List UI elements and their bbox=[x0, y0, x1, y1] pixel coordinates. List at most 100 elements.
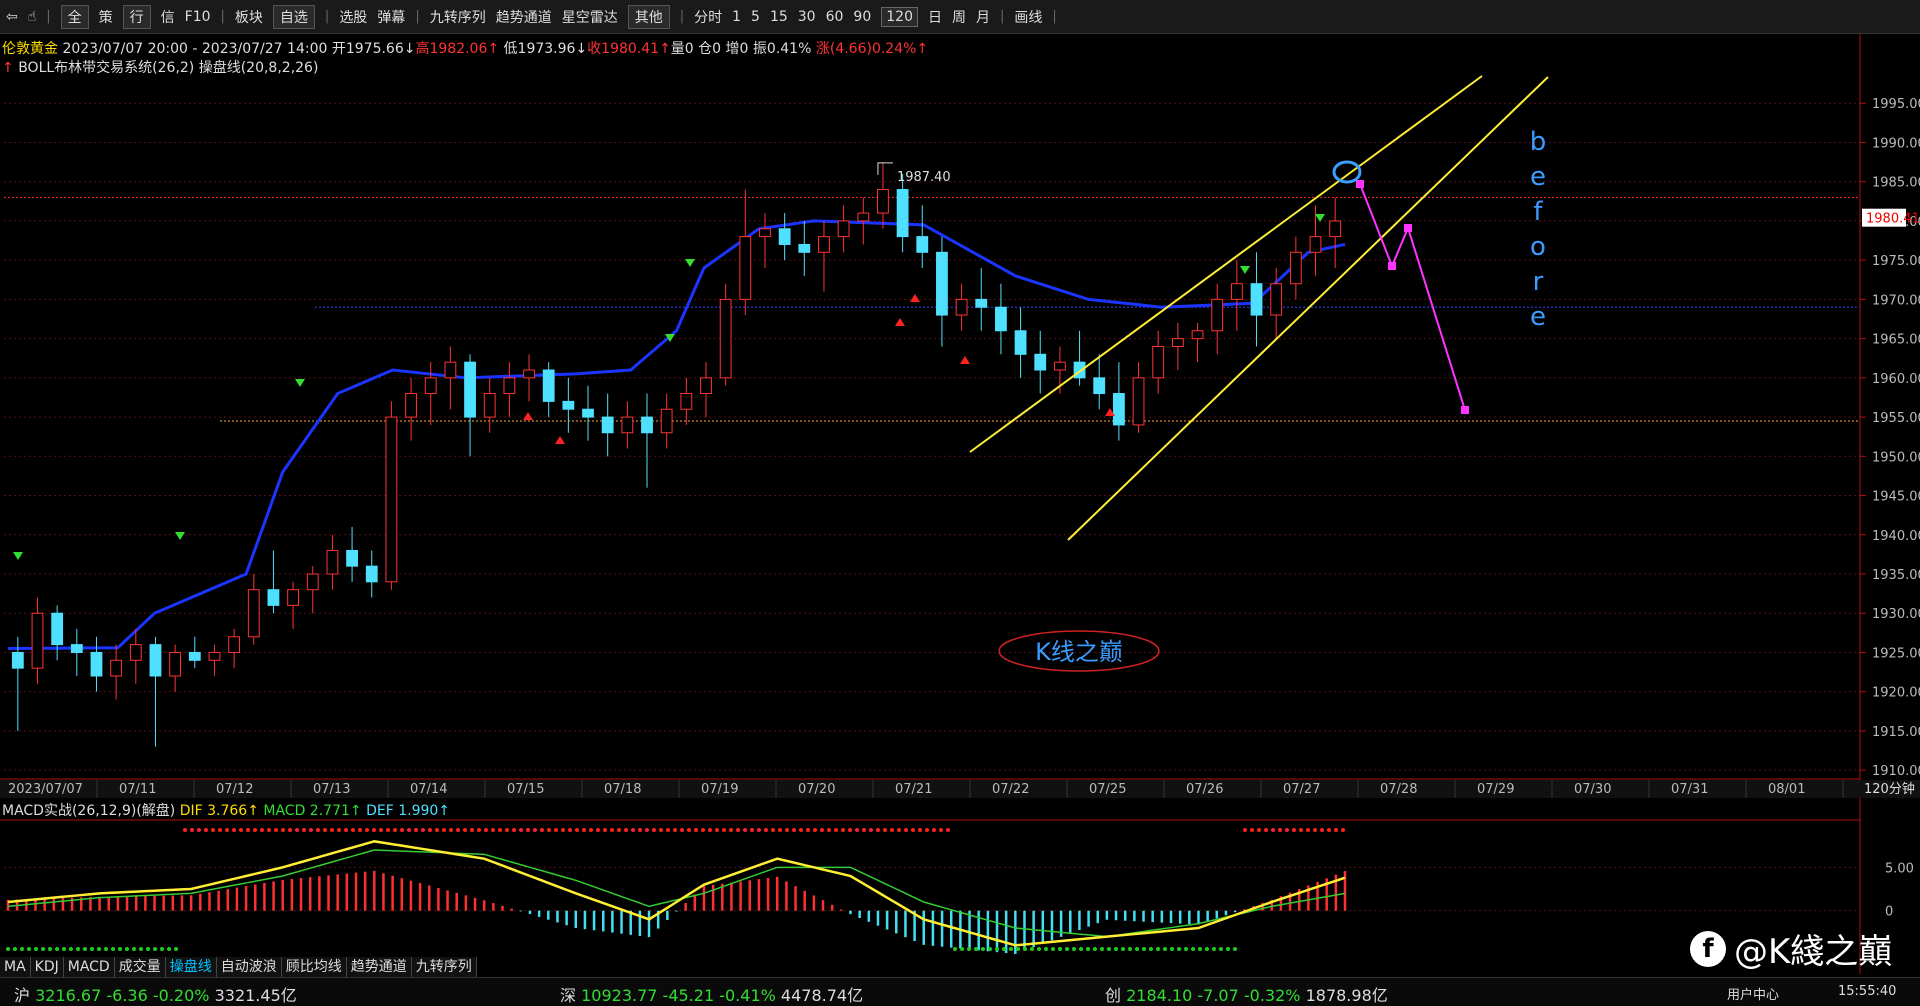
candle bbox=[562, 377, 575, 433]
period-90[interactable]: 90 bbox=[853, 9, 871, 25]
signal-dot bbox=[1065, 947, 1069, 951]
signal-dot bbox=[771, 828, 775, 832]
signal-dot bbox=[1142, 947, 1146, 951]
sz-index[interactable]: 深 10923.77 -45.21 -0.41% 4478.74亿 bbox=[560, 982, 863, 1006]
period-intraday[interactable]: 分时 bbox=[694, 7, 722, 27]
candle bbox=[424, 362, 437, 425]
toolbar-sector[interactable]: 板块 bbox=[235, 7, 263, 27]
signal-dot bbox=[1313, 828, 1317, 832]
signal-dot bbox=[90, 947, 94, 951]
candle-body bbox=[857, 212, 870, 222]
signal-dot bbox=[631, 828, 635, 832]
sh-index[interactable]: 沪 3216.67 -6.36 -0.20% 3321.45亿 bbox=[14, 982, 297, 1006]
candle bbox=[385, 401, 398, 590]
period-day[interactable]: 日 bbox=[928, 7, 942, 27]
sell-signal-arrow bbox=[1315, 214, 1325, 222]
tab-auto-wave[interactable]: 自动波浪 bbox=[216, 957, 282, 977]
tab-macd[interactable]: MACD bbox=[63, 957, 115, 977]
signal-dot bbox=[414, 828, 418, 832]
annotation-letter: b bbox=[1530, 127, 1547, 157]
signal-dot bbox=[484, 828, 488, 832]
tab-ma[interactable]: MA bbox=[0, 957, 31, 977]
y-tick-label: 1960.00 bbox=[1872, 372, 1920, 387]
toolbar-strategy[interactable]: 策 bbox=[99, 7, 113, 27]
tab-td9[interactable]: 九转序列 bbox=[411, 957, 477, 977]
signal-dot bbox=[722, 828, 726, 832]
toolbar-draw[interactable]: 画线 bbox=[1014, 7, 1042, 27]
toolbar-td9[interactable]: 九转序列 bbox=[430, 7, 486, 27]
period-30[interactable]: 30 bbox=[798, 9, 816, 25]
toolbar-all[interactable]: 全 bbox=[60, 4, 89, 29]
toolbar-quote[interactable]: 行 bbox=[122, 4, 151, 29]
sell-signal-arrow bbox=[685, 259, 695, 267]
period-120[interactable]: 120 bbox=[881, 6, 918, 27]
candle-body bbox=[837, 220, 850, 238]
candle bbox=[1230, 260, 1243, 331]
toolbar-trend-channel[interactable]: 趋势通道 bbox=[496, 7, 552, 27]
candle-body bbox=[621, 416, 634, 434]
candle bbox=[759, 213, 771, 268]
signal-dot bbox=[953, 947, 957, 951]
signal-dot bbox=[820, 828, 824, 832]
period-1[interactable]: 1 bbox=[732, 9, 741, 25]
drawn-overlays: 1987.40beforeK线之巅 bbox=[13, 75, 1549, 672]
candle bbox=[680, 377, 693, 425]
signal-dot bbox=[167, 947, 171, 951]
signal-dot bbox=[239, 828, 243, 832]
period-15[interactable]: 15 bbox=[770, 9, 788, 25]
y-tick-label: 1930.00 bbox=[1872, 607, 1920, 622]
tab-trend-channel[interactable]: 趋势通道 bbox=[346, 957, 412, 977]
toolbar-f10[interactable]: F10 bbox=[185, 9, 211, 25]
signal-dot bbox=[491, 828, 495, 832]
user-center-link[interactable]: 用户中心 bbox=[1727, 984, 1779, 1003]
signal-dot bbox=[946, 828, 950, 832]
period-60[interactable]: 60 bbox=[826, 9, 844, 25]
tab-kdj[interactable]: KDJ bbox=[30, 957, 64, 977]
candle-body bbox=[188, 651, 201, 661]
signal-dot bbox=[526, 828, 530, 832]
candle bbox=[208, 644, 221, 676]
signal-dot bbox=[1037, 947, 1041, 951]
candle bbox=[444, 346, 457, 410]
signal-dot bbox=[547, 828, 551, 832]
candle bbox=[365, 550, 378, 598]
signal-dot bbox=[876, 828, 880, 832]
y-tick-label: 1975.00 bbox=[1872, 254, 1920, 269]
buy-signal-arrow bbox=[960, 356, 970, 364]
tab-guppy[interactable]: 顾比均线 bbox=[281, 957, 347, 977]
cursor-icon[interactable]: ☝ bbox=[28, 9, 37, 25]
toolbar-radar[interactable]: 星空雷达 bbox=[562, 7, 618, 27]
tab-trade-line[interactable]: 操盘线 bbox=[165, 957, 217, 977]
signal-dot bbox=[624, 828, 628, 832]
candle-body bbox=[385, 416, 398, 583]
back-icon[interactable]: ⇦ bbox=[6, 9, 18, 25]
candle bbox=[857, 197, 870, 245]
boll-middle-line bbox=[7, 219, 1346, 651]
y-tick-label: 1940.00 bbox=[1872, 529, 1920, 544]
toolbar-danmaku[interactable]: 弹幕 bbox=[377, 7, 405, 27]
period-5[interactable]: 5 bbox=[751, 9, 760, 25]
candle bbox=[405, 377, 417, 441]
signal-dot bbox=[1320, 828, 1324, 832]
toolbar-info[interactable]: 信 bbox=[161, 7, 175, 27]
tab-volume[interactable]: 成交量 bbox=[114, 957, 166, 977]
signal-dot bbox=[456, 828, 460, 832]
cy-index[interactable]: 创 2184.10 -7.07 -0.32% 1878.98亿 bbox=[1105, 982, 1388, 1006]
candle-body bbox=[601, 416, 614, 434]
date-axis: 2023/07/07 07/11 07/12 07/13 07/14 07/15 07/18… bbox=[0, 778, 1920, 798]
macd-tick-label: 5.00 bbox=[1885, 861, 1914, 876]
toolbar-other-select[interactable]: 其他 bbox=[627, 4, 670, 29]
signal-dot bbox=[1341, 828, 1345, 832]
toolbar-watchlist-select[interactable]: 自选 bbox=[272, 4, 315, 29]
period-week[interactable]: 周 bbox=[952, 7, 966, 27]
toolbar-stock-picker[interactable]: 选股 bbox=[339, 7, 367, 27]
signal-dot bbox=[519, 828, 523, 832]
chart-area[interactable]: 1995.001990.001985.001980.001975.001970.… bbox=[0, 34, 1920, 977]
signal-dot bbox=[813, 828, 817, 832]
x-tick-label: 07/11 bbox=[119, 782, 156, 797]
candle-body bbox=[464, 361, 476, 418]
period-month[interactable]: 月 bbox=[976, 7, 990, 27]
candle bbox=[877, 162, 889, 229]
signal-dot bbox=[841, 828, 845, 832]
signal-dot bbox=[34, 947, 38, 951]
